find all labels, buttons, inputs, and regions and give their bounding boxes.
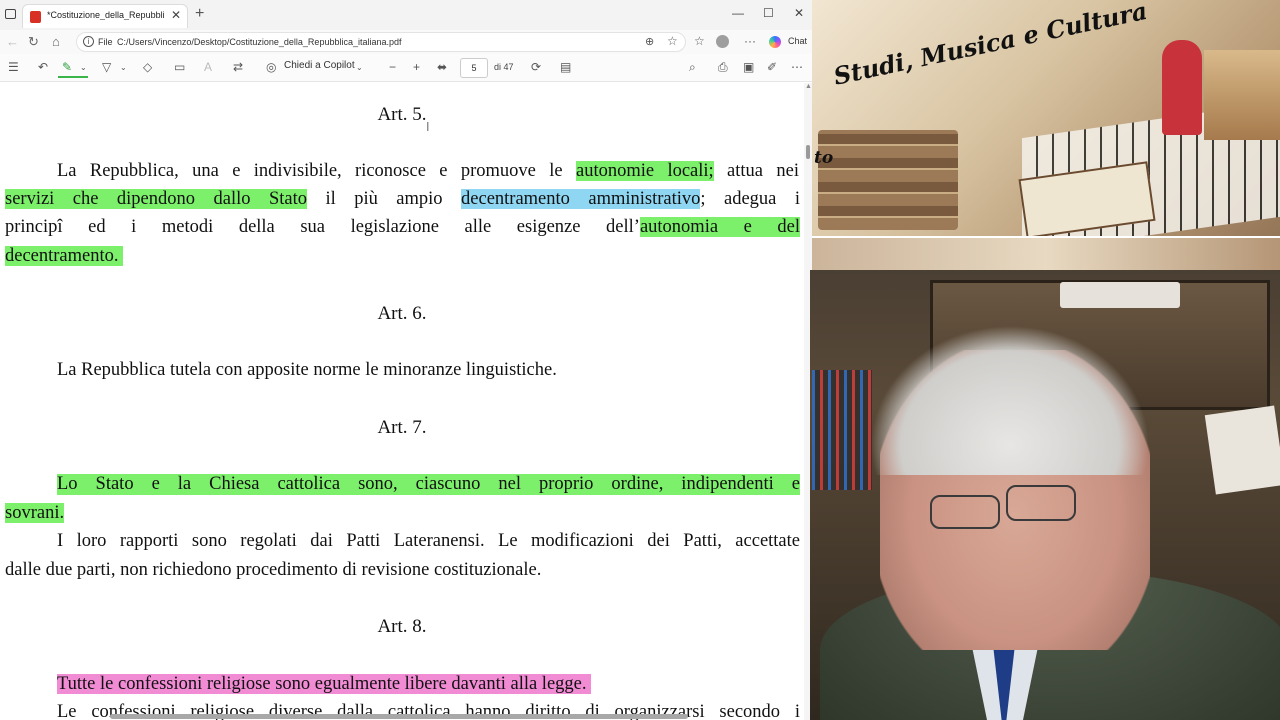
glasses-icon — [930, 495, 1000, 529]
url-field[interactable]: i File C:/Users/Vincenzo/Desktop/Costitu… — [76, 32, 686, 52]
article-heading: Art. 8. — [377, 616, 427, 637]
pdf-file-icon — [30, 11, 41, 23]
paragraph-line: Tutte le confessioni religiose sono egua… — [57, 674, 804, 695]
paragraph-line: I loro rapporti sono regolati dai Patti … — [57, 531, 800, 551]
back-icon[interactable]: ← — [6, 34, 19, 49]
presenter-hair — [870, 325, 1150, 475]
page-number-input[interactable]: 5 — [460, 58, 488, 78]
pdf-toolbar: ☰ ↶ ✎ ⌄ ▽ ⌄ ◇ ▭ A ⇄ ◎ Chiedi a Copilot ⌄… — [0, 54, 812, 82]
browser-window: *Costituzione_della_Repubblica_italiana.… — [0, 0, 812, 720]
books-image — [818, 130, 958, 230]
paragraph-line: decentramento. — [5, 246, 800, 267]
highlight-green: Lo Stato e la Chiesa cattolica sono, cia… — [57, 474, 800, 495]
undo-icon[interactable]: ↶ — [38, 60, 48, 74]
highlight-green: sovrani. — [5, 503, 65, 523]
article-heading: Art. 6. — [377, 303, 427, 324]
more-options-icon[interactable]: ⋯ — [791, 60, 803, 74]
text-cursor-icon: I — [426, 120, 430, 134]
rotate-icon[interactable]: ⟳ — [531, 60, 541, 74]
read-aloud-icon[interactable]: A — [204, 60, 212, 74]
contents-icon[interactable]: ☰ — [8, 60, 19, 74]
text-span: il più ampio — [306, 189, 462, 209]
zoom-icon[interactable]: ⊕ — [645, 35, 654, 48]
save-icon[interactable]: ▣ — [743, 60, 754, 74]
highlight-icon[interactable]: ✎ — [62, 60, 72, 74]
page-view-icon[interactable]: ▤ — [560, 60, 571, 74]
paragraph-line: servizi che dipendono dallo Stato il più… — [5, 189, 800, 210]
highlight-blue: decentramento amministrativo — [461, 189, 701, 209]
pdf-page[interactable]: Art. 5. La Repubblica, una e indivisibil… — [0, 83, 804, 720]
banner-strip — [812, 236, 1280, 270]
chevron-down-icon[interactable]: ⌄ — [356, 63, 363, 72]
banner-partial-text: to — [814, 148, 834, 168]
print-icon[interactable]: ⎙ — [718, 60, 728, 75]
favorites-icon[interactable]: ☆ — [694, 34, 705, 48]
dante-figure-image — [1162, 40, 1202, 135]
ask-copilot-button[interactable]: Chiedi a Copilot — [284, 60, 355, 71]
more-menu-icon[interactable]: ··· — [744, 34, 756, 48]
eraser-icon[interactable]: ◇ — [143, 60, 152, 74]
chevron-down-icon[interactable]: ⌄ — [120, 63, 127, 72]
webcam-feed — [810, 270, 1280, 720]
article-heading: Art. 5. — [377, 104, 427, 125]
chat-label: Chat — [788, 36, 808, 46]
paragraph-line: dalle due parti, non richiedono procedim… — [5, 560, 542, 580]
tab-title: *Costituzione_della_Repubblica_italiana.… — [47, 10, 165, 20]
printer — [1060, 282, 1180, 308]
banner-title: Studi, Musica e Cultura — [830, 0, 1150, 91]
home-icon[interactable]: ⌂ — [52, 34, 60, 49]
highlight-green: decentramento. — [5, 246, 124, 266]
highlight-green: servizi che dipendono dallo Stato — [5, 189, 307, 209]
page-total: di 47 — [494, 62, 514, 72]
close-window-button[interactable]: ✕ — [794, 6, 804, 20]
text-span: principî ed i metodi della sua legislazi… — [5, 217, 640, 237]
chevron-down-icon[interactable]: ⌄ — [80, 63, 87, 72]
zoom-in-button[interactable]: + — [413, 60, 420, 74]
pen-holder — [812, 370, 872, 490]
info-icon[interactable]: i — [83, 36, 94, 47]
text-span: La Repubblica, una e indivisibile, ricon… — [57, 161, 576, 181]
screen: *Costituzione_della_Repubblica_italiana.… — [0, 0, 1280, 720]
channel-banner: Studi, Musica e Cultura to — [812, 0, 1280, 270]
paragraph-line: principî ed i metodi della sua legislazi… — [5, 217, 801, 238]
translate-icon[interactable]: ⇄ — [233, 60, 243, 74]
zoom-out-button[interactable]: − — [389, 60, 396, 74]
paragraph-line: La Repubblica tutela con apposite norme … — [57, 360, 557, 380]
search-icon[interactable]: ⌕ — [689, 60, 696, 75]
scroll-up-icon[interactable]: ▲ — [805, 83, 812, 90]
tab-pdf[interactable]: *Costituzione_della_Repubblica_italiana.… — [22, 4, 188, 28]
tab-actions-icon[interactable] — [5, 9, 16, 19]
address-bar: ← ↻ ⌂ i File C:/Users/Vincenzo/Desktop/C… — [0, 30, 812, 54]
highlight-green: autonomie locali; — [575, 161, 714, 181]
glasses-icon — [1006, 485, 1076, 521]
favorite-star-icon[interactable]: ☆ — [667, 34, 678, 48]
city-image — [1204, 50, 1280, 140]
horizontal-scrollbar[interactable] — [110, 714, 688, 719]
highlight-green: autonomia e del — [639, 217, 801, 237]
copilot-icon — [769, 36, 781, 48]
highlight-pink: Tutte le confessioni religiose sono egua… — [57, 674, 592, 694]
papers — [1204, 405, 1280, 495]
url-text[interactable]: C:/Users/Vincenzo/Desktop/Costituzione_d… — [117, 37, 402, 47]
fit-page-icon[interactable]: ⬌ — [437, 60, 447, 74]
paragraph-line: sovrani. — [5, 503, 800, 524]
text-span: ; adegua i — [700, 189, 800, 209]
article-heading: Art. 7. — [377, 417, 427, 438]
minimize-button[interactable]: — — [732, 6, 744, 20]
scrollbar-thumb[interactable] — [806, 145, 810, 159]
refresh-icon[interactable]: ↻ — [28, 34, 39, 50]
profile-avatar[interactable] — [716, 35, 729, 48]
copilot-chat-button[interactable]: Chat — [764, 33, 808, 51]
copilot-small-icon: ◎ — [266, 60, 277, 74]
file-scheme-label: File — [98, 37, 113, 47]
text-span: attua nei — [713, 161, 799, 181]
text-box-icon[interactable]: ▭ — [174, 60, 185, 74]
draw-icon[interactable]: ▽ — [102, 60, 111, 74]
paragraph-line: La Repubblica, una e indivisibile, ricon… — [57, 161, 799, 182]
maximize-button[interactable]: ☐ — [763, 6, 774, 20]
tab-bar: *Costituzione_della_Repubblica_italiana.… — [0, 0, 812, 30]
tab-close-icon[interactable]: ✕ — [171, 8, 181, 22]
save-as-icon[interactable]: ✐ — [767, 60, 777, 74]
new-tab-button[interactable]: + — [195, 5, 204, 23]
